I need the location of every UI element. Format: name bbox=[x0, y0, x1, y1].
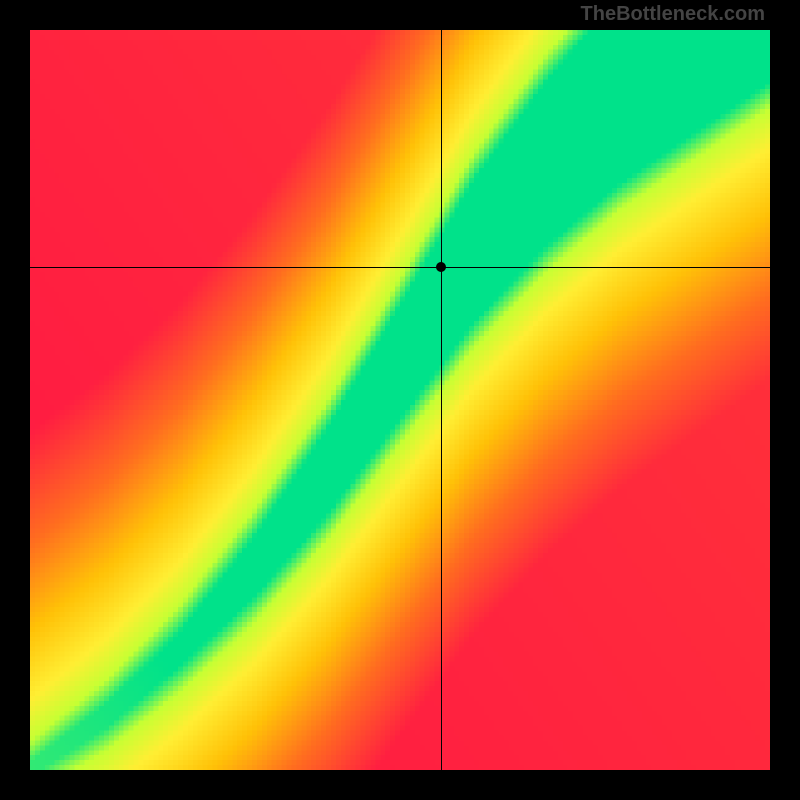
crosshair-vertical bbox=[441, 30, 442, 770]
heatmap-canvas bbox=[30, 30, 770, 770]
marker-dot bbox=[436, 262, 446, 272]
chart-container: TheBottleneck.com bbox=[0, 0, 800, 800]
crosshair-horizontal bbox=[30, 267, 770, 268]
heatmap-plot bbox=[30, 30, 770, 770]
watermark-text: TheBottleneck.com bbox=[581, 3, 765, 26]
